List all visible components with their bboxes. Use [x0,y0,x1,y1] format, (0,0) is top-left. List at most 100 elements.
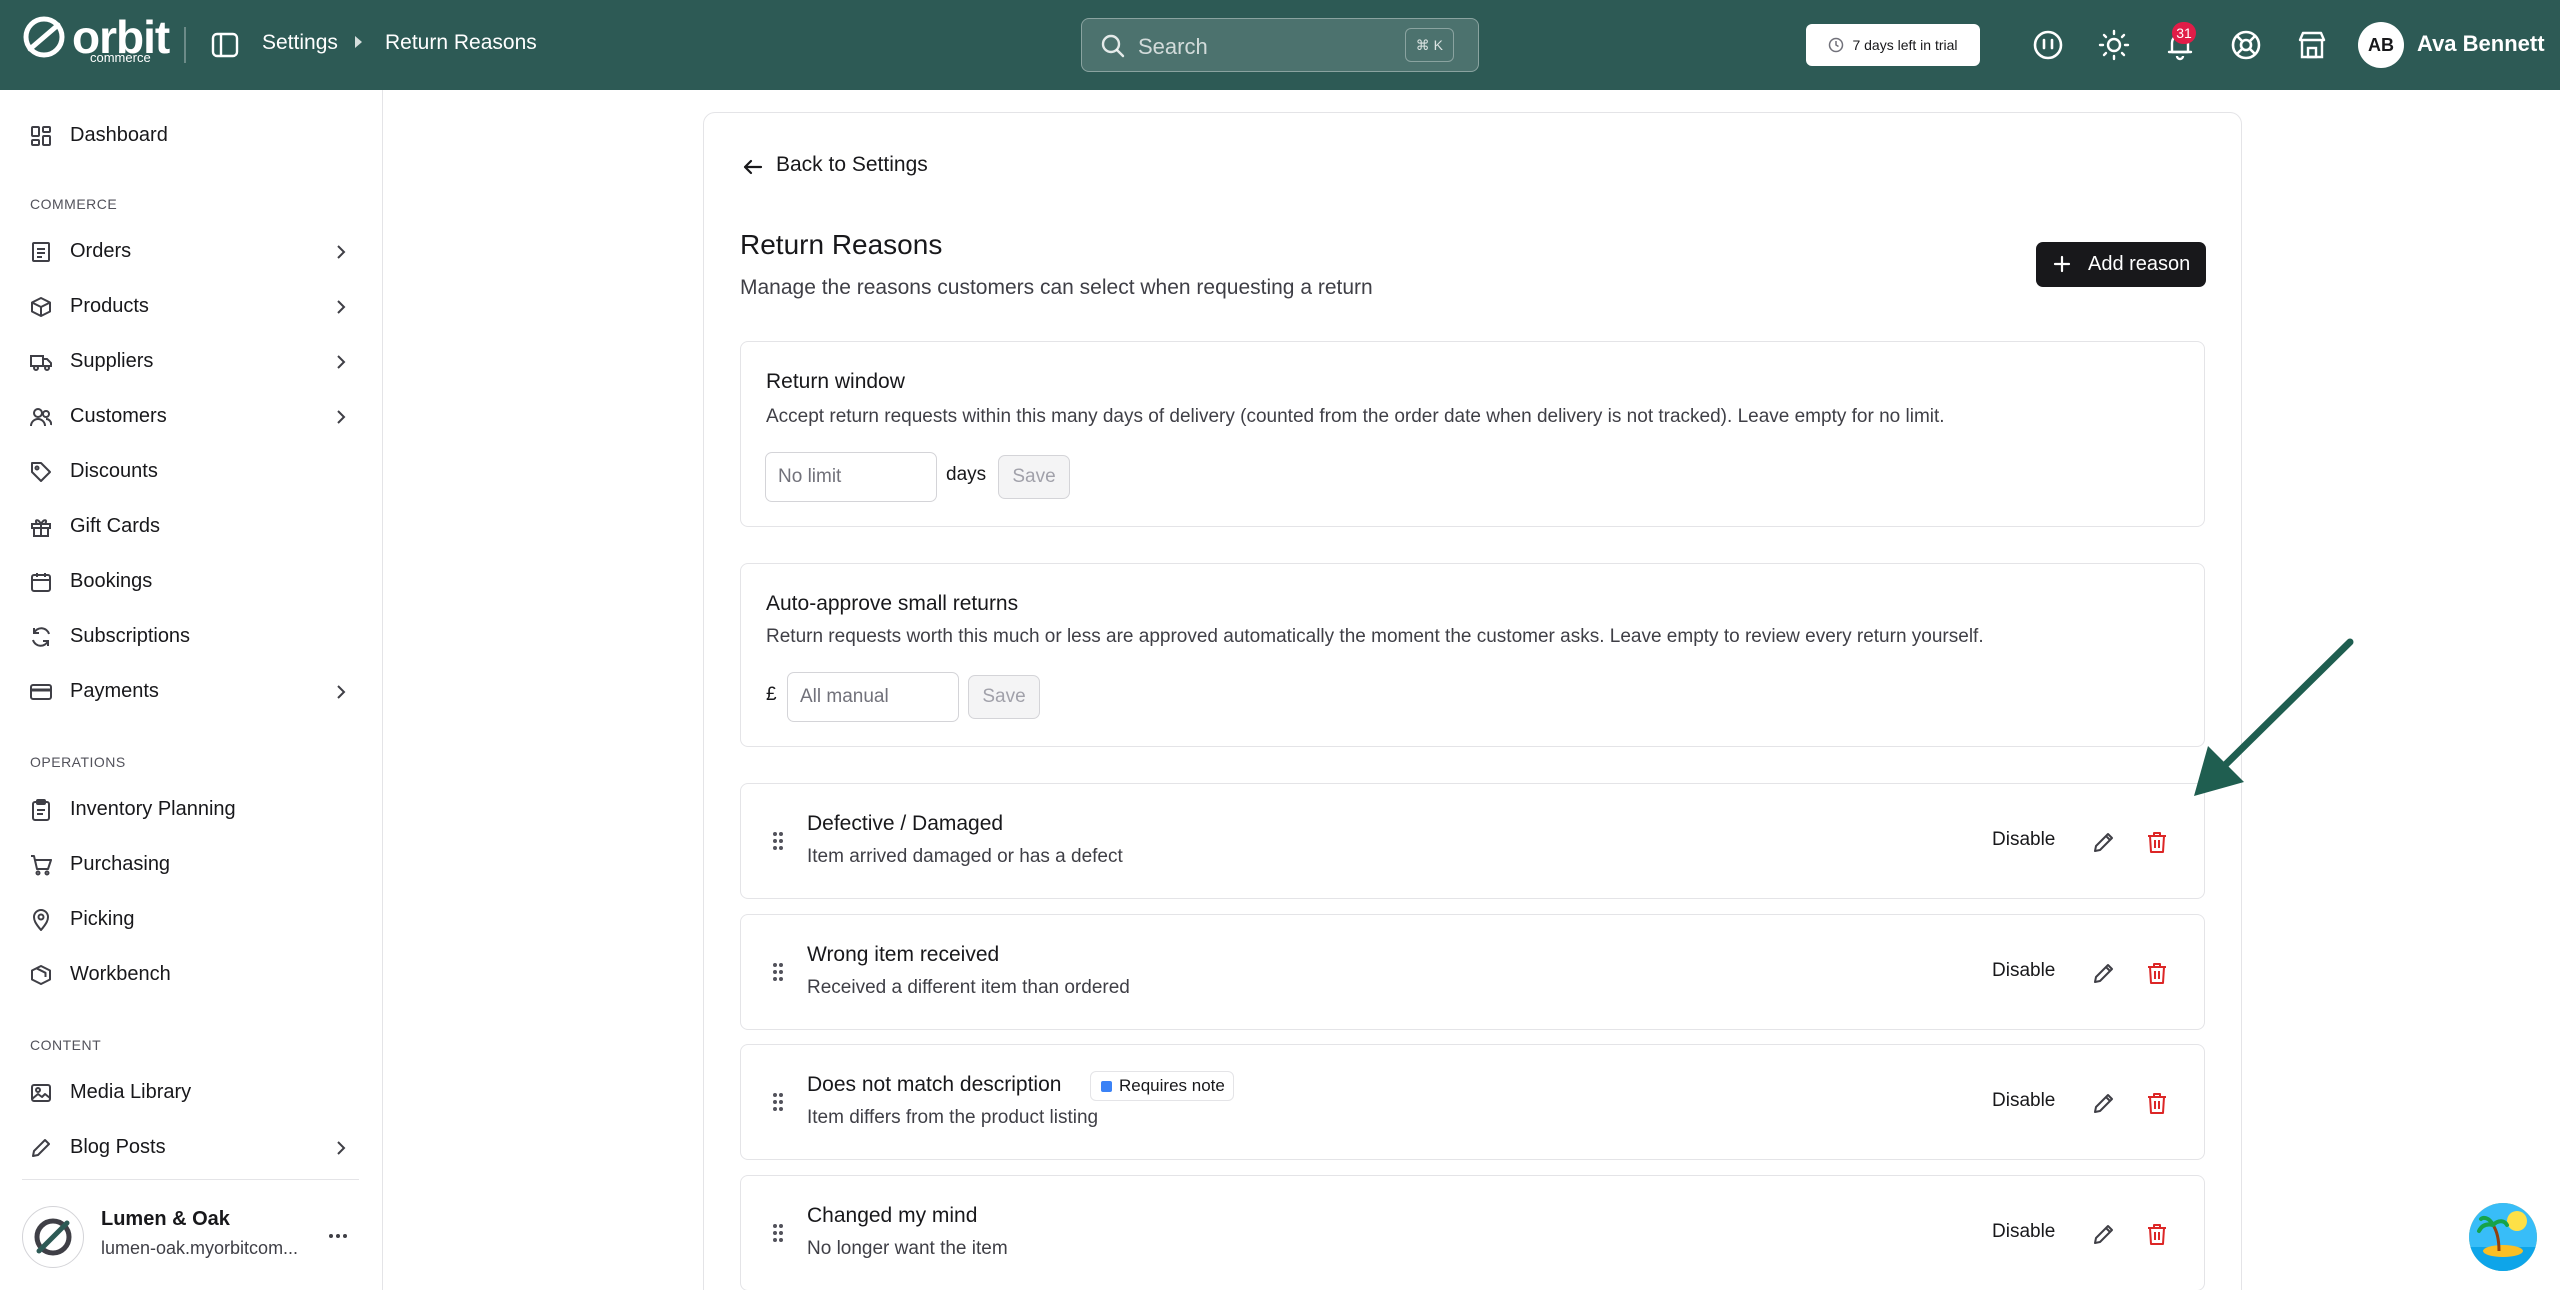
storefront-icon[interactable] [2295,28,2329,62]
sidebar-item-media-library[interactable]: Media Library [0,1068,383,1118]
sidebar-item-workbench[interactable]: Workbench [0,950,383,1000]
tag-label: Requires note [1119,1076,1225,1095]
annotation-arrow-icon [2194,638,2354,796]
return-window-panel: Return window Accept return requests wit… [740,341,2205,527]
return-window-save-button[interactable]: Save [998,455,1070,499]
disable-button[interactable]: Disable [1992,1221,2055,1243]
edit-pencil-icon[interactable] [2090,828,2118,856]
auto-approve-panel: Auto-approve small returns Return reques… [740,563,2205,747]
sidebar-item-label: Products [70,295,149,317]
sidebar-item-label: Suppliers [70,350,154,372]
trial-text: 7 days left in trial [1852,37,1958,53]
sidebar-item-inventory-planning[interactable]: Inventory Planning [0,785,383,835]
reason-row[interactable]: Changed my mind No longer want the item … [740,1175,2205,1290]
sidebar-item-label: Workbench [70,963,171,985]
reason-description: Received a different item than ordered [807,977,1130,998]
calendar-icon [31,573,51,592]
more-horizontal-icon[interactable] [326,1224,350,1248]
arrow-left-icon [743,159,763,175]
search-input[interactable]: Search ⌘ K [1081,18,1479,72]
sidebar-item-payments[interactable]: Payments [0,667,383,717]
return-window-description: Accept return requests within this many … [766,406,1945,427]
chevron-right-icon [337,1141,346,1155]
store-name: Lumen & Oak [101,1208,230,1230]
reason-row[interactable]: Wrong item received Received a different… [740,914,2205,1030]
drag-handle-icon[interactable] [771,1091,785,1113]
disable-button[interactable]: Disable [1992,1090,2055,1112]
breadcrumb-separator-icon [355,36,362,48]
sidebar-item-discounts[interactable]: Discounts [0,447,383,497]
add-reason-button[interactable]: Add reason [2036,242,2206,287]
sidebar-item-customers[interactable]: Customers [0,392,383,442]
trial-badge[interactable]: 7 days left in trial [1806,24,1980,66]
sidebar-item-gift-cards[interactable]: Gift Cards [0,502,383,552]
return-window-title: Return window [766,370,905,393]
chevron-right-icon [337,410,346,424]
image-icon [31,1084,51,1102]
currency-symbol: £ [766,684,777,705]
top-bar: orbit commerce Settings Return Reasons S… [0,0,2560,90]
trash-icon[interactable] [2143,828,2171,856]
reason-row[interactable]: Does not match description Item differs … [740,1044,2205,1160]
drag-handle-icon[interactable] [771,961,785,983]
sidebar-item-label: Media Library [70,1081,192,1103]
auto-approve-amount-input[interactable]: All manual [787,672,959,722]
store-url: lumen-oak.myorbitcom... [101,1238,299,1258]
gift-icon [31,519,51,537]
chevron-right-icon [337,300,346,314]
trash-icon[interactable] [2143,1220,2171,1248]
orbit-logo-icon [23,16,65,58]
auto-approve-title: Auto-approve small returns [766,592,1019,615]
breadcrumb-settings[interactable]: Settings [262,31,338,55]
auto-approve-description: Return requests worth this much or less … [766,626,1984,647]
sidebar-item-subscriptions[interactable]: Subscriptions [0,612,383,662]
sidebar-item-picking[interactable]: Picking [0,895,383,945]
dashboard-icon [31,126,51,146]
reason-description: Item arrived damaged or has a defect [807,846,1123,867]
sidebar-item-orders[interactable]: Orders [0,227,383,277]
store-avatar[interactable] [22,1206,84,1268]
page-title: Return Reasons [740,229,943,260]
auto-approve-save-button[interactable]: Save [968,675,1040,719]
sidebar: Dashboard COMMERCE Orders Products Suppl… [0,90,383,1290]
sidebar-item-purchasing[interactable]: Purchasing [0,840,383,890]
tag-icon [31,462,51,482]
sidebar-item-bookings[interactable]: Bookings [0,557,383,607]
back-to-settings-label[interactable]: Back to Settings [776,153,928,177]
edit-pencil-icon[interactable] [2090,1220,2118,1248]
theme-sun-icon[interactable] [2097,28,2131,62]
clipboard-icon [32,799,50,821]
reason-description: Item differs from the product listing [807,1107,1099,1128]
sidebar-item-products[interactable]: Products [0,282,383,332]
trash-icon[interactable] [2143,959,2171,987]
sidebar-item-dashboard[interactable]: Dashboard [0,111,383,161]
return-window-unit: days [946,464,987,485]
sidebar-item-suppliers[interactable]: Suppliers [0,337,383,387]
requires-note-tag: Requires note [1090,1071,1234,1101]
return-window-days-input[interactable]: No limit [765,452,937,502]
plus-icon [2053,255,2071,273]
drag-handle-icon[interactable] [771,830,785,852]
sidebar-item-label: Orders [70,240,132,262]
trash-icon[interactable] [2143,1089,2171,1117]
reason-row[interactable]: Defective / Damaged Item arrived damaged… [740,783,2205,899]
user-avatar[interactable]: AB [2358,22,2404,68]
disable-button[interactable]: Disable [1992,829,2055,851]
users-icon [30,408,52,427]
page-subtitle: Manage the reasons customers can select … [740,276,1373,299]
ai-assistant-icon[interactable] [2031,28,2065,62]
sidebar-item-label: Purchasing [70,853,171,875]
drag-handle-icon[interactable] [771,1222,785,1244]
disable-button[interactable]: Disable [1992,960,2055,982]
help-lifebuoy-icon[interactable] [2229,28,2263,62]
sidebar-item-label: Inventory Planning [70,798,236,820]
breadcrumb-current: Return Reasons [385,31,537,54]
brand-sub: commerce [90,50,151,65]
assistant-avatar[interactable] [2469,1203,2537,1271]
edit-pencil-icon[interactable] [2090,1089,2118,1117]
edit-pencil-icon[interactable] [2090,959,2118,987]
sidebar-toggle-icon[interactable] [210,30,240,60]
user-name[interactable]: Ava Bennett [2417,31,2545,57]
sidebar-item-blog-posts[interactable]: Blog Posts [0,1123,383,1173]
notification-count-badge: 31 [2172,22,2196,44]
